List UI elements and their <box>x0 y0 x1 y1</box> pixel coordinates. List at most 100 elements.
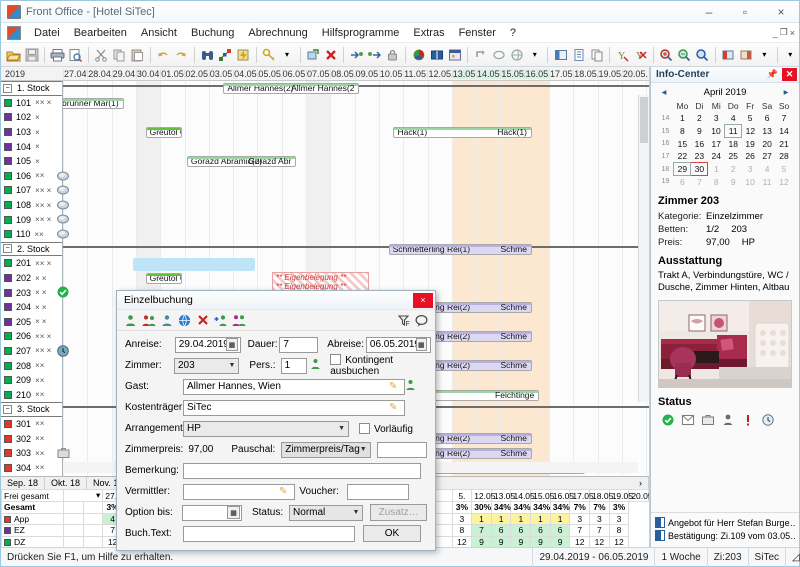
booking-bar[interactable]: ­nbrunner Mar(1) <box>63 97 124 109</box>
status-select[interactable]: Normal ▼ <box>289 504 364 521</box>
room-row-104[interactable]: 104 × <box>1 139 62 154</box>
check-in-icon[interactable] <box>348 45 365 65</box>
date-cell[interactable]: 14.05. <box>476 68 502 79</box>
room-row-209[interactable]: 209 ×× <box>1 373 62 388</box>
room-row-105[interactable]: 105 × <box>1 154 62 169</box>
grid-blue-icon[interactable] <box>738 45 755 65</box>
calendar-day[interactable]: 28 <box>776 150 793 163</box>
room-row-107[interactable]: 107 ×× × <box>1 183 62 198</box>
envelope-icon[interactable] <box>681 413 694 426</box>
cancel-invoice-icon[interactable]: Y <box>614 45 631 65</box>
briefcase-icon[interactable] <box>701 413 714 426</box>
vertical-scrollbar[interactable] <box>638 95 649 402</box>
calendar-day[interactable]: 13 <box>759 125 776 138</box>
room-row-106[interactable]: 106 ×× <box>1 169 62 184</box>
room-row-305[interactable]: 305×× ×× <box>1 475 62 476</box>
room-row-210[interactable]: 210 ×× <box>1 387 62 402</box>
option-datepicker-icon[interactable]: ▦ <box>227 506 240 519</box>
date-cell[interactable]: 13.05. <box>451 68 478 79</box>
calendar-day[interactable]: 11 <box>724 124 743 138</box>
calendar-day[interactable]: 1 <box>708 163 725 176</box>
calendar-day[interactable]: 21 <box>776 138 793 151</box>
document-list[interactable]: Angebot für Herr Stefan Burge… Bestätigu… <box>651 512 799 547</box>
room-row-206[interactable]: 206 ×× × <box>1 329 62 344</box>
room-row-102[interactable]: 102 × <box>1 110 62 125</box>
calendar-day[interactable]: 18 <box>725 138 742 151</box>
booking-bar[interactable]: Allmer Hannes(2) Allmer Hannes(2 <box>223 83 360 94</box>
dropdown-arrow-icon[interactable]: ▾ <box>526 45 543 65</box>
date-cell[interactable]: 17.05. <box>548 68 575 79</box>
dropdown-arrow-icon[interactable]: ▾ <box>756 45 773 65</box>
floor-group-2stock[interactable]: −2. Stock <box>1 241 62 257</box>
floor-group-1stock[interactable]: −1. Stock <box>1 81 62 96</box>
filter-f-icon[interactable]: F <box>396 313 411 328</box>
edit-pencil-icon[interactable]: ✎ <box>389 402 397 413</box>
menu-item-extras[interactable]: Extras <box>406 25 451 41</box>
ok-button[interactable]: OK <box>363 525 421 542</box>
calendar-day[interactable]: 2 <box>691 112 708 125</box>
check-out-icon[interactable] <box>366 45 383 65</box>
resize-grip[interactable]: ◿ <box>785 547 800 567</box>
calendar-day[interactable]: 8 <box>674 125 691 138</box>
cancel-invoice-red-icon[interactable]: Y <box>632 45 649 65</box>
arrangement-select[interactable]: HP ▼ <box>183 420 349 437</box>
color-wheel-icon[interactable] <box>410 45 427 65</box>
find-binoculars-icon[interactable] <box>199 45 216 65</box>
guest-lookup-icon[interactable] <box>405 379 416 394</box>
edit-pencil-icon[interactable]: ✎ <box>389 381 397 392</box>
zoom-out-icon[interactable] <box>676 45 693 65</box>
calendar-day[interactable]: 4 <box>759 163 776 176</box>
maximize-button[interactable]: ▫ <box>727 1 763 23</box>
bemerkung-input[interactable] <box>183 462 421 479</box>
anreise-datepicker-icon[interactable]: ▦ <box>226 338 238 351</box>
calendar-day[interactable]: 22 <box>674 150 691 163</box>
exclamation-icon[interactable] <box>741 413 754 426</box>
key-icon[interactable] <box>261 45 278 65</box>
pers-input[interactable]: 1 <box>280 357 308 374</box>
calendar-day[interactable]: 16 <box>691 138 708 151</box>
calendar-day[interactable]: 5 <box>742 112 759 125</box>
date-cell[interactable]: 18.05. <box>573 68 599 79</box>
calendar-day[interactable]: 7 <box>776 112 793 125</box>
calendar-day[interactable]: 29 <box>673 162 692 176</box>
calendar-day[interactable]: 27 <box>759 150 776 163</box>
room-row-101[interactable]: 101 ×× × <box>1 96 62 111</box>
calendar-table[interactable]: Mo Di Mi Do Fr Sa So 14 1 2 3 4 5 6 7 15 8 9 10 11 12 13 14 16 1… <box>657 100 793 188</box>
dropdown-arrow-icon[interactable]: ▾ <box>279 45 296 65</box>
check-green-icon[interactable] <box>661 413 674 426</box>
calendar-day[interactable]: 6 <box>674 176 691 189</box>
undo-icon[interactable] <box>155 45 172 65</box>
help-balloon-icon[interactable] <box>414 313 429 328</box>
pin-icon[interactable]: 📌 <box>763 69 782 80</box>
room-row-204[interactable]: 204 × × <box>1 300 62 315</box>
toolbar-overflow-icon[interactable]: ▾ <box>782 45 799 65</box>
month-tab-sep[interactable]: Sep. 18 <box>1 476 46 490</box>
date-cell[interactable]: 04.05. <box>233 68 259 79</box>
kostentraeger-input[interactable]: SiTec <box>183 399 405 416</box>
list-item[interactable]: Angebot für Herr Stefan Burge… <box>655 517 795 528</box>
zimmer-select[interactable]: 203 ▼ <box>173 357 240 374</box>
date-cell[interactable]: 11.05. <box>403 68 429 79</box>
network-plan-icon[interactable] <box>217 45 234 65</box>
pauschal-select[interactable]: Zimmerpreis/Tag ▼ <box>281 441 371 458</box>
guest-icon[interactable] <box>123 313 138 328</box>
pauschal-amount-input[interactable] <box>376 441 427 458</box>
calendar-day[interactable]: 15 <box>674 138 691 151</box>
calendar-day[interactable]: 10 <box>708 125 725 138</box>
print-icon[interactable] <box>49 45 66 65</box>
calendar-plan-icon[interactable] <box>446 45 463 65</box>
calendar-day[interactable]: 24 <box>708 150 725 163</box>
calendar-day[interactable]: 20 <box>759 138 776 151</box>
booking-bar[interactable]: Schmetterling Rei(1) Schme <box>388 243 532 255</box>
calendar-day[interactable]: 12 <box>742 125 759 138</box>
date-cell[interactable]: 05.05. <box>257 68 283 79</box>
checkbox-box[interactable] <box>359 422 370 434</box>
buchtext-input[interactable] <box>183 525 355 542</box>
paste-icon[interactable] <box>129 45 146 65</box>
delete-red-x-icon[interactable] <box>195 313 210 328</box>
menu-item-abrechnung[interactable]: Abrechnung <box>241 25 314 41</box>
menu-item-datei[interactable]: Datei <box>27 25 67 41</box>
room-row-205[interactable]: 205 × × <box>1 315 62 330</box>
menu-item-ansicht[interactable]: Ansicht <box>134 25 184 41</box>
list-item[interactable]: Bestätigung: Zi.109 vom 03.05… <box>655 530 795 541</box>
